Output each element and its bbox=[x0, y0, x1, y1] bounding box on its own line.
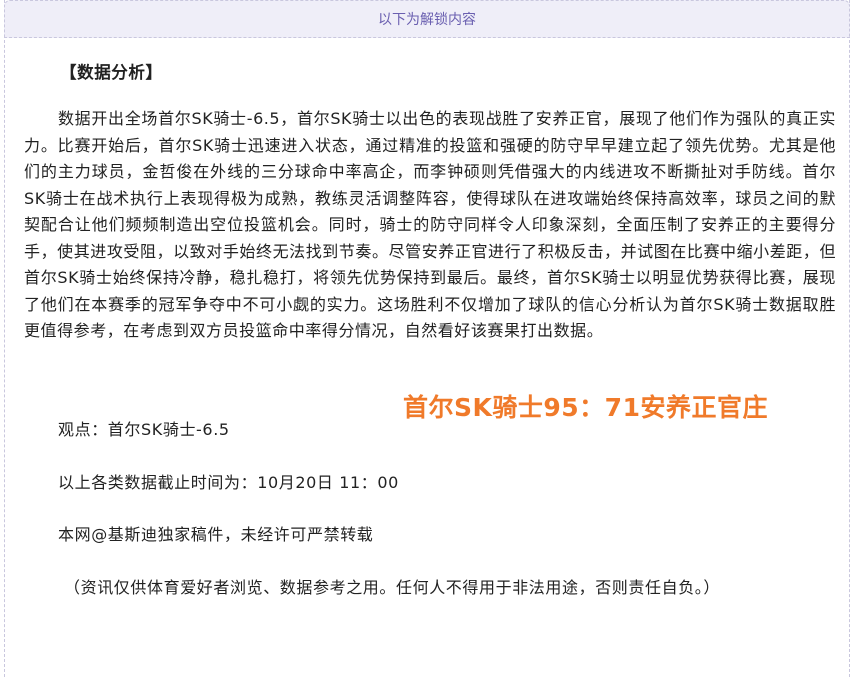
copyright-line: 本网@基斯迪独家稿件，未经许可严禁转载 bbox=[58, 525, 374, 544]
cutoff-time-line: 以上各类数据截止时间为：10月20日 11：00 bbox=[58, 473, 399, 492]
disclaimer-line: （资讯仅供体育爱好者浏览、数据参考之用。任何人不得用于非法用途，否则责任自负。） bbox=[64, 578, 721, 597]
unlock-banner: 以下为解锁内容 bbox=[4, 0, 850, 38]
analysis-paragraph: 数据开出全场首尔SK骑士-6.5，首尔SK骑士以出色的表现战胜了安养正官，展现了… bbox=[24, 109, 836, 340]
score-overlay-text: 首尔SK骑士95：71安养正官庄 bbox=[403, 393, 768, 422]
unlock-banner-text: 以下为解锁内容 bbox=[378, 11, 476, 27]
viewpoint-line: 观点：首尔SK骑士-6.5 bbox=[58, 420, 230, 439]
article-content: 【数据分析】 数据开出全场首尔SK骑士-6.5，首尔SK骑士以出色的表现战胜了安… bbox=[24, 60, 836, 345]
section-heading: 【数据分析】 bbox=[60, 63, 163, 82]
